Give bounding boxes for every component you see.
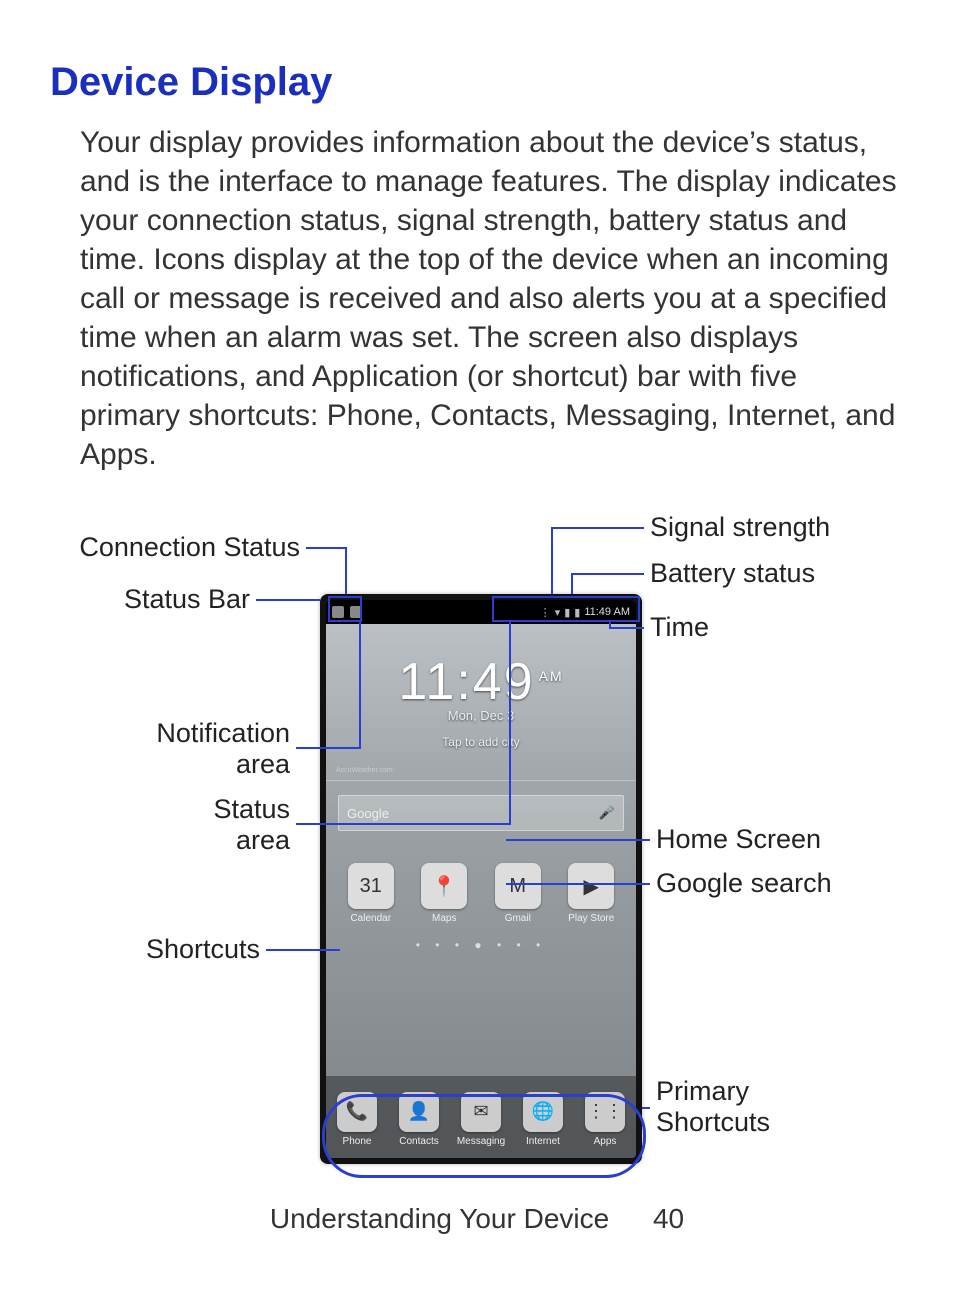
maps-icon: 📍 [421,863,467,909]
internet-icon: 🌐 [523,1092,563,1132]
mail-icon [350,606,362,618]
apps-icon: ⋮⋮ [585,1092,625,1132]
dock-apps[interactable]: ⋮⋮Apps [577,1092,633,1147]
phone-icon: 📞 [337,1092,377,1132]
search-placeholder: Google [347,806,389,821]
intro-paragraph: Your display provides information about … [80,123,904,474]
contacts-icon: 👤 [399,1092,439,1132]
callout-battery-status: Battery status [650,558,815,589]
dock-phone[interactable]: 📞Phone [329,1092,385,1147]
bluetooth-icon: ⋮ [540,606,551,619]
calendar-icon: 31 [348,863,394,909]
messaging-icon: ✉ [461,1092,501,1132]
shortcut-row: 31Calendar 📍Maps MGmail ▶Play Store [334,863,628,924]
callout-time: Time [650,612,709,643]
section-heading: Device Display [50,60,904,105]
app-calendar[interactable]: 31Calendar [340,863,402,924]
playstore-icon: ▶ [568,863,614,909]
callout-signal-strength: Signal strength [650,512,830,543]
clock-widget: 11:49AM Mon, Dec 3 Tap to add city [326,624,636,759]
signal-icon: ▮ [564,606,570,619]
primary-shortcut-dock: 📞Phone 👤Contacts ✉Messaging 🌐Internet ⋮⋮… [326,1076,636,1158]
gmail-icon: M [495,863,541,909]
mic-icon: 🎤 [599,805,615,821]
callout-shortcuts: Shortcuts [50,934,260,965]
callout-google-search: Google search [656,868,832,899]
device-diagram: Connection Status Status Bar Notificatio… [50,504,904,1184]
footer-page-number: 40 [653,1203,684,1234]
footer-section: Understanding Your Device [270,1203,609,1234]
app-playstore[interactable]: ▶Play Store [560,863,622,924]
callout-status-bar: Status Bar [50,584,250,615]
wifi-icon: ▾ [555,606,561,619]
app-maps[interactable]: 📍Maps [413,863,475,924]
sync-icon [332,606,344,618]
page-footer: Understanding Your Device 40 [0,1203,954,1235]
callout-connection-status: Connection Status [50,532,300,563]
dock-internet[interactable]: 🌐Internet [515,1092,571,1147]
callout-status-area: Status area [50,794,290,856]
callout-primary-shortcuts: Primary Shortcuts [656,1076,770,1138]
status-bar: ⋮ ▾ ▮ ▮ 11:49 AM [326,600,636,624]
battery-icon: ▮ [574,606,580,619]
dock-messaging[interactable]: ✉Messaging [453,1092,509,1147]
dock-contacts[interactable]: 👤Contacts [391,1092,447,1147]
google-search-bar[interactable]: Google 🎤 [338,795,624,831]
app-gmail[interactable]: MGmail [487,863,549,924]
phone-mockup: ⋮ ▾ ▮ ▮ 11:49 AM 11:49AM Mon, Dec 3 Tap … [320,594,642,1164]
status-time: 11:49 AM [584,606,630,618]
page-indicator: • • • ● • • • [326,938,636,952]
callout-notification-area: Notification area [50,718,290,780]
accuweather-label: AccuWeather.com [336,767,636,774]
callout-home-screen: Home Screen [656,824,821,855]
